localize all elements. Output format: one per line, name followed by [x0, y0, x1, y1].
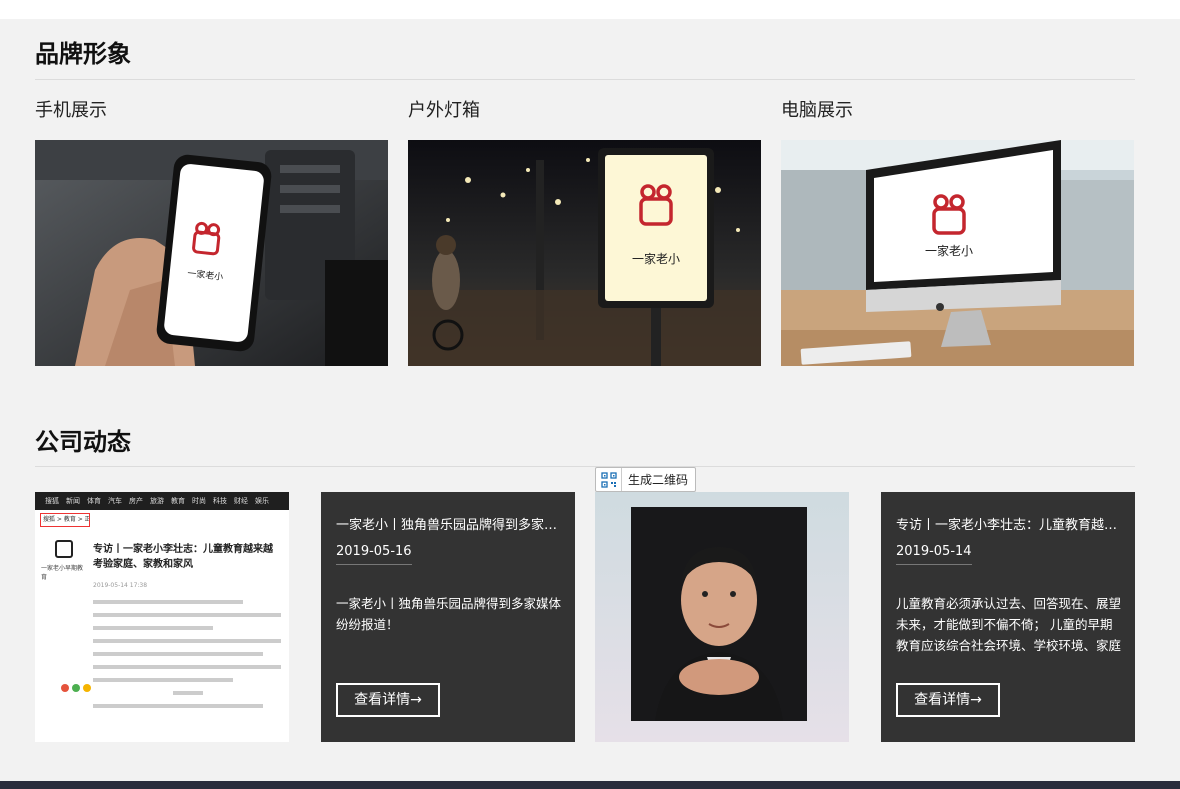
lightbox-logo-text: 一家老小	[632, 251, 680, 266]
news-card-2-detail-button[interactable]: 查看详情→	[896, 683, 1000, 717]
news-card-2-desc: 儿童教育必须承认过去、回答现在、展望未来，才能做到不偏不倚； 儿童的早期教育应该…	[896, 596, 1122, 653]
showcase-lightbox-label: 户外灯箱	[408, 100, 480, 121]
thumb-headline: 专访丨一家老小李壮志：儿童教育越来越考验家庭、家教和家风	[93, 544, 273, 570]
news-thumbnail-2[interactable]	[595, 492, 849, 742]
thumb-nav-bar: 搜狐 新闻 体育 汽车 房产 旅游 教育 时尚 科技 财经 娱乐	[35, 492, 289, 510]
footer-strip	[0, 781, 1180, 789]
showcase-computer[interactable]: 电脑展示 一家老小	[781, 98, 1134, 366]
news-card-1-title[interactable]: 一家老小丨独角兽乐园品牌得到多家媒体纷纷报道！	[336, 517, 562, 535]
news-card-1-desc: 一家老小丨独角兽乐园品牌得到多家媒体纷纷报道！	[336, 596, 562, 632]
computer-mockup-image[interactable]: 一家老小	[781, 140, 1134, 366]
thumb-share-icons	[61, 684, 91, 692]
news-section-title: 公司动态	[35, 428, 131, 456]
generate-qr-button[interactable]: 生成二维码	[595, 467, 696, 492]
thumb-account-name: 一家老小早期教育	[41, 565, 84, 581]
news-card-2-date: 2019-05-14	[896, 544, 972, 565]
top-white-bar	[0, 0, 1180, 19]
news-divider	[35, 466, 1135, 467]
thumb-body-lines	[93, 600, 281, 717]
portrait-photo	[631, 507, 807, 721]
lightbox-mockup-image[interactable]: 一家老小	[408, 140, 761, 366]
phone-mockup-image[interactable]: 一家老小	[35, 140, 388, 366]
news-card-1[interactable]: 一家老小丨独角兽乐园品牌得到多家媒体纷纷报道！ 2019-05-16 一家老小丨…	[321, 492, 575, 742]
showcase-lightbox[interactable]: 户外灯箱 一家老小	[408, 98, 761, 366]
generate-qr-label: 生成二维码	[628, 473, 689, 487]
showcase-phone[interactable]: 手机展示 一家老小	[35, 98, 388, 366]
thumb-date: 2019-05-14 17:38	[93, 582, 148, 589]
brand-divider	[35, 79, 1135, 80]
news-card-1-date: 2019-05-16	[336, 544, 412, 565]
computer-logo-text: 一家老小	[925, 243, 973, 258]
thumb-breadcrumb: 搜狐 > 教育 > 正文	[40, 513, 90, 527]
brand-section-title: 品牌形象	[35, 40, 131, 68]
showcase-phone-label: 手机展示	[35, 100, 107, 121]
news-card-2-title[interactable]: 专访丨一家老小李壮志：儿童教育越来越考验家庭、家教和家风	[896, 517, 1122, 535]
qr-code-icon	[596, 468, 622, 491]
news-thumbnail-1[interactable]: 搜狐新闻体育汽车房产旅游教育时尚科技财经娱乐 搜狐 > 教育 > 正文 一家老小…	[35, 492, 289, 742]
news-card-2[interactable]: 专访丨一家老小李壮志：儿童教育越来越考验家庭、家教和家风 2019-05-14 …	[881, 492, 1135, 742]
showcase-computer-label: 电脑展示	[781, 100, 853, 121]
thumb-account-avatar	[55, 540, 73, 558]
news-card-1-detail-button[interactable]: 查看详情→	[336, 683, 440, 717]
